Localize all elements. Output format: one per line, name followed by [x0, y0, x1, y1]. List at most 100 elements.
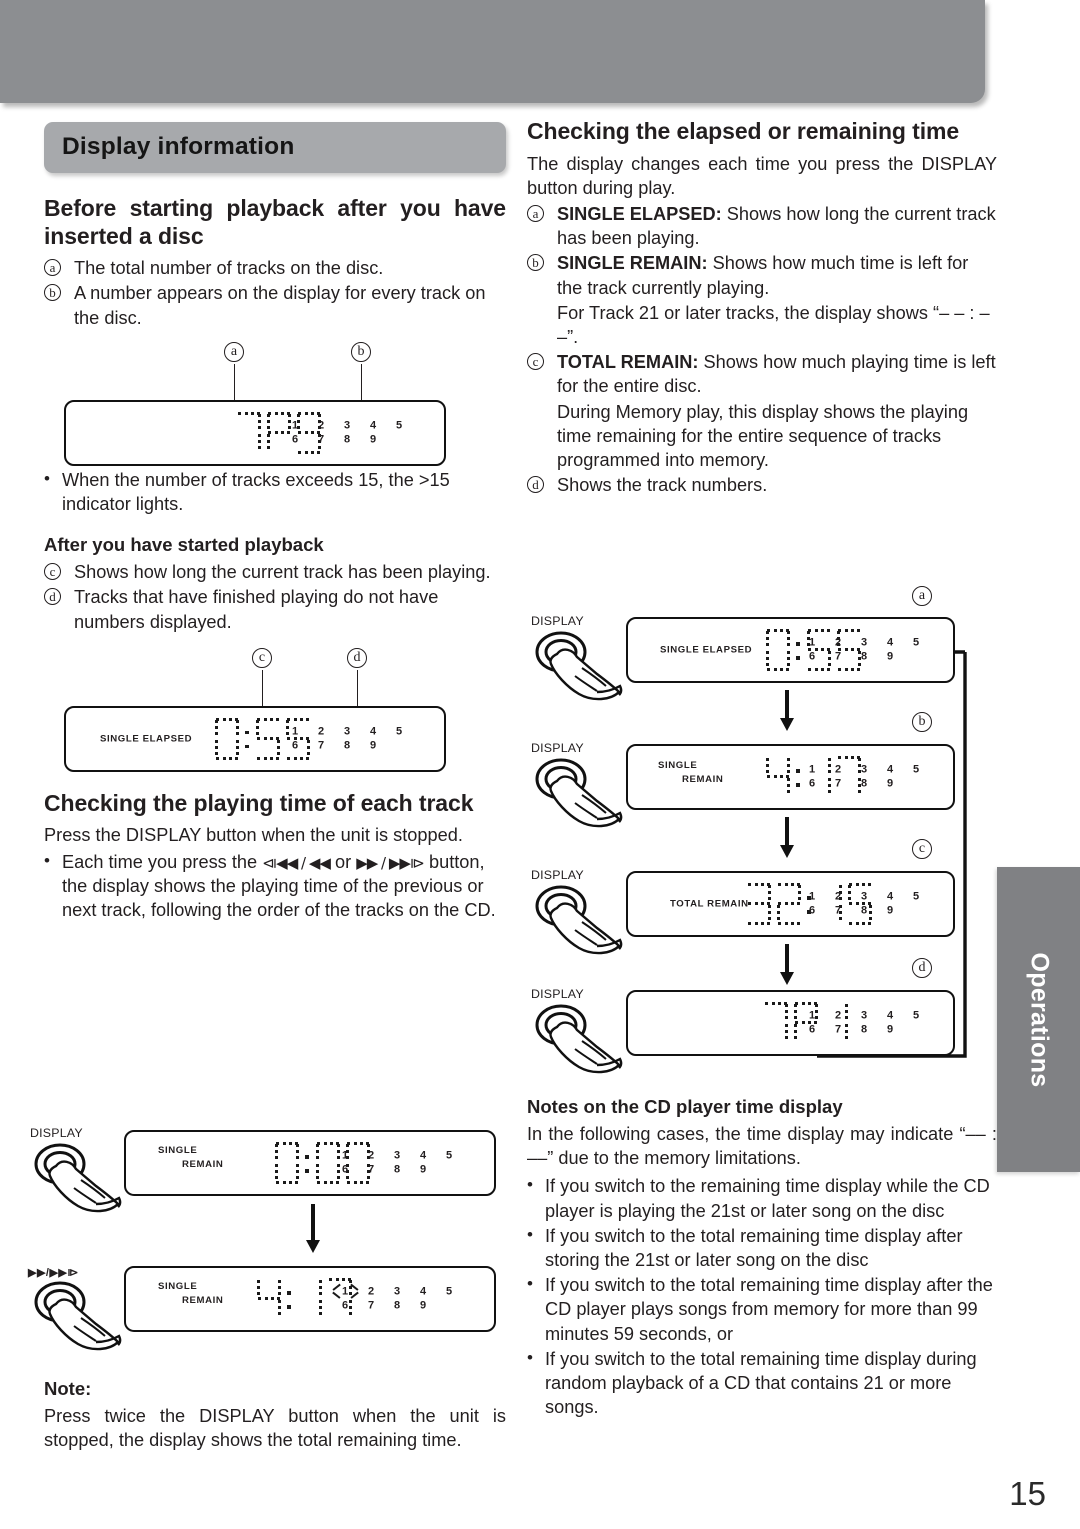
callout-c: c [252, 647, 272, 668]
list-item: During Memory play, this display shows t… [527, 400, 997, 473]
bullet-text: If you switch to the total remaining tim… [545, 1225, 963, 1271]
track-number: 9 [887, 650, 894, 662]
bullet-text: If you switch to the remaining time disp… [545, 1176, 990, 1221]
lcd-panel: 1 2 3 4 5 6 7 8 9 [626, 990, 955, 1056]
track-number: 6 [809, 904, 816, 916]
track-number: 2 [318, 725, 325, 738]
display-button-group[interactable]: DISPLAY [26, 1126, 136, 1218]
skip-forward-icon: ▶▶ / ▶▶⧐ [356, 853, 425, 872]
lcd-mode-label: SINGLE ELAPSED [100, 733, 193, 745]
callout-mark-d: d [527, 473, 557, 497]
notes-bullets: • If you switch to the remaining time di… [527, 1174, 997, 1419]
flow-arrow-down [780, 690, 794, 731]
lcd-mode-line2: REMAIN [682, 774, 724, 786]
lcd-mode-label: SINGLE REMAIN [658, 759, 723, 788]
lcd-segment-digit [746, 883, 772, 925]
heading-playing-time: Checking the playing time of each track [44, 789, 474, 816]
lcd-colon [795, 629, 802, 671]
callout-mark-b: b [527, 251, 557, 275]
track-number: 7 [835, 650, 842, 662]
track-number: 3 [861, 763, 868, 776]
note-label: Note: [44, 1378, 92, 1399]
left-column: Display information Before starting play… [44, 122, 506, 923]
heading-elapsed-remaining: Checking the elapsed or remaining time [527, 118, 960, 144]
lcd-colon [244, 718, 251, 760]
track-number: 6 [292, 432, 299, 445]
track-number: 4 [370, 725, 377, 738]
lcd-colon [795, 756, 802, 798]
track-number: 8 [394, 1299, 401, 1311]
callout-c: c [912, 839, 932, 859]
mode-name: SINGLE ELAPSED: [557, 204, 722, 224]
track-number: 7 [835, 777, 842, 789]
track-number [446, 1163, 472, 1177]
lcd-colon [304, 1142, 311, 1184]
bullet-text-mid: or [329, 851, 357, 872]
bullet-text-pre: Each time you press the [62, 851, 263, 872]
list-item: d Shows the track numbers. [527, 473, 997, 497]
display-button-group[interactable]: DISPLAY [527, 614, 637, 706]
diagram-display-single-elapsed: c d SINGLE ELAPSED 1 2 3 4 5 6 7 8 9 [44, 647, 506, 772]
page-number: 15 [1009, 1475, 1046, 1512]
track-number: 7 [835, 1023, 842, 1035]
list-item: • If you switch to the total remaining t… [527, 1273, 997, 1346]
display-button-group[interactable]: DISPLAY [527, 868, 637, 960]
lcd-track-numbers: 123456789 [292, 725, 422, 753]
callout-b: b [912, 712, 932, 732]
display-button-group[interactable]: DISPLAY [527, 987, 637, 1079]
callout-d: d [912, 958, 932, 978]
list-item-text: Tracks that have finished playing do not… [74, 587, 439, 632]
list-item-body: Shows the track numbers. [557, 475, 768, 496]
page-header-band [0, 0, 985, 103]
track-number: 9 [887, 904, 894, 916]
track-number: 1 [342, 1149, 349, 1162]
note-block: Note: Press twice the DISPLAY button whe… [44, 1378, 506, 1454]
lcd-mode-line2: REMAIN [182, 1295, 224, 1307]
list-item: c TOTAL REMAIN: Shows how much playing t… [527, 350, 997, 398]
lcd-panel: 1 2 3 4 5 6 7 8 9 [64, 399, 446, 466]
lcd-segment-digit [236, 411, 262, 454]
lcd-track-numbers: 123456789 [342, 1283, 472, 1313]
heading-after-playback: After you have started playback [44, 534, 324, 556]
flow-arrow-down [780, 944, 794, 985]
lcd-mode-line2: REMAIN [182, 1159, 224, 1171]
track-number: 2 [835, 763, 842, 776]
lcd-segment-digit [765, 756, 791, 798]
callout-a: a [912, 586, 932, 606]
list-item-text: Shows how long the current track has bee… [74, 562, 491, 583]
track-number: 1 [809, 890, 816, 903]
lcd-track-numbers: 123456789 [292, 419, 422, 447]
track-number: 9 [887, 1023, 894, 1035]
list-item: • If you switch to the remaining time di… [527, 1174, 997, 1222]
lcd-mode-label: SINGLE ELAPSED [660, 644, 753, 656]
callout-a: a [224, 341, 244, 362]
pressing-hand-icon [535, 758, 623, 828]
display-button-group[interactable]: DISPLAY [527, 741, 637, 833]
bullet-text: When the number of tracks exceeds 15, th… [62, 469, 450, 514]
bullet-text: Each time you press the ⧏◀◀ / ◀◀ or ▶▶ /… [62, 850, 506, 923]
track-number: 4 [420, 1149, 427, 1162]
lcd-segment-digit [776, 883, 802, 925]
skip-button-group[interactable]: ▶▶/▶▶⧐ [26, 1264, 136, 1356]
list-elapsed-remaining: a SINGLE ELAPSED: Shows how long the cur… [527, 202, 997, 497]
track-number [396, 433, 422, 447]
lcd-track-numbers: 123456789 [809, 890, 939, 918]
list-item-body: For Track 21 or later tracks, the displa… [557, 302, 990, 348]
track-number: 9 [370, 738, 377, 751]
list-item-text: A number appears on the display for ever… [74, 283, 486, 328]
lcd-panel: TOTAL REMAIN 1 2 3 4 5 6 7 8 9 [626, 871, 955, 937]
track-number: 6 [809, 1023, 816, 1035]
callout-mark-c: c [44, 560, 74, 584]
diagram-playing-time-steps: DISPLAY SINGLE REMAIN 123456789 ▶▶/▶▶⧐ S… [26, 1126, 506, 1376]
elapsed-remaining-intro: The display changes each time you press … [527, 153, 997, 198]
track-number: 4 [370, 419, 377, 432]
flow-arrow-down [780, 817, 794, 858]
diagram-display-tr9: a b 1 2 3 4 5 6 7 8 9 [44, 341, 506, 466]
heading-before-playback: Before starting playback after you have … [44, 195, 506, 249]
track-number [913, 904, 939, 918]
bullet-dot: • [527, 1175, 533, 1195]
lcd-panel: SINGLE REMAIN 12 3 4 5 6 7 8 9 [124, 1266, 496, 1332]
callout-mark-d: d [44, 585, 74, 609]
track-number: 9 [887, 777, 894, 789]
track-number: 2 [318, 419, 325, 432]
